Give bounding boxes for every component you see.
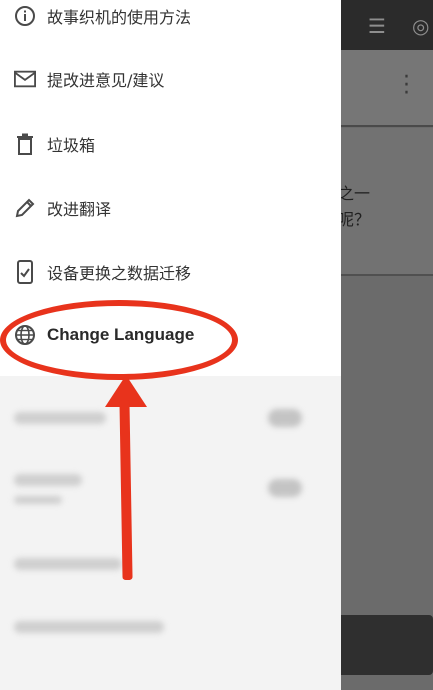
menu-item-trash[interactable]: 垃圾箱	[0, 124, 341, 164]
menu-item-usage-guide[interactable]: 故事织机的使用方法	[0, 0, 341, 36]
menu-item-label: 故事织机的使用方法	[47, 8, 192, 27]
blurred-line	[14, 558, 122, 570]
blurred-settings-area	[0, 376, 341, 690]
more-options-icon[interactable]: · · ·	[403, 67, 410, 105]
menu-item-improve-translation[interactable]: 改进翻译	[0, 188, 341, 228]
highlight-ellipse	[0, 300, 238, 380]
mail-icon	[14, 68, 36, 90]
menu-item-label: 改进翻译	[47, 200, 112, 219]
blurred-line	[14, 412, 106, 424]
device-transfer-icon	[14, 260, 36, 284]
pencil-icon	[14, 197, 36, 219]
trash-icon	[14, 133, 36, 155]
menu-item-label: 提改进意见/建议	[47, 71, 165, 90]
blurred-toggle	[268, 479, 302, 497]
settings-icon[interactable]: ◎	[412, 14, 429, 38]
info-icon	[14, 5, 36, 27]
background-text-1: 之一	[338, 184, 371, 203]
menu-item-data-migration[interactable]: 设备更换之数据迁移	[0, 252, 341, 292]
background-text-2: 呢？	[338, 210, 371, 229]
menu-item-label: 垃圾箱	[47, 136, 96, 155]
blurred-line	[14, 474, 82, 486]
menu-item-feedback[interactable]: 提改进意见/建议	[0, 59, 341, 99]
sort-icon[interactable]: ☰	[368, 14, 386, 38]
menu-item-label: 设备更换之数据迁移	[47, 264, 192, 283]
blurred-line	[14, 496, 62, 504]
blurred-line	[14, 621, 164, 633]
blurred-toggle	[268, 409, 302, 427]
